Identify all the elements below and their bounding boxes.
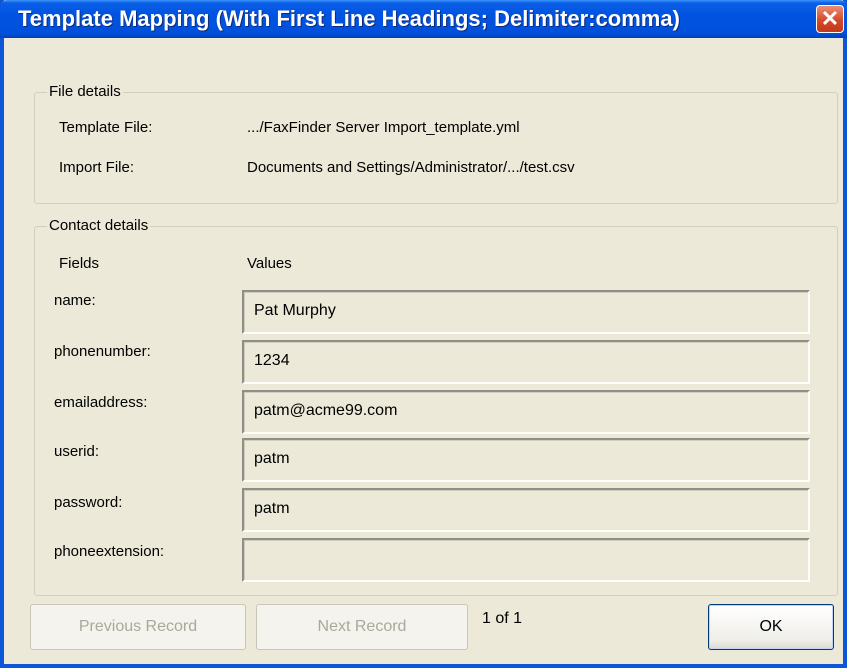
value-text: Pat Murphy (254, 302, 336, 319)
value-field-password[interactable]: patm (242, 488, 810, 532)
import-file-value: Documents and Settings/Administrator/...… (247, 159, 575, 176)
close-button[interactable]: ✕ (816, 5, 844, 33)
value-field-emailaddress[interactable]: patm@acme99.com (242, 390, 810, 434)
title-bar[interactable]: Template Mapping (With First Line Headin… (0, 0, 847, 38)
value-text: 1234 (254, 352, 290, 369)
file-details-group: File details Template File: .../FaxFinde… (34, 83, 838, 204)
import-file-label: Import File: (59, 159, 135, 176)
field-label-userid: userid: (54, 443, 100, 460)
field-label-phonenumber: phonenumber: (54, 343, 151, 360)
window-title: Template Mapping (With First Line Headin… (18, 6, 680, 31)
field-label-emailaddress: emailaddress: (54, 394, 148, 411)
template-mapping-dialog: Template Mapping (With First Line Headin… (0, 0, 847, 668)
template-file-value: .../FaxFinder Server Import_template.yml (247, 119, 520, 136)
value-text: patm (254, 500, 290, 517)
close-icon: ✕ (820, 6, 840, 31)
next-record-button[interactable]: Next Record (256, 604, 468, 650)
template-file-label: Template File: (59, 119, 153, 136)
fields-header: Fields (59, 255, 100, 272)
value-field-userid[interactable]: patm (242, 438, 810, 482)
field-label-phoneextension: phoneextension: (54, 543, 165, 560)
value-field-phoneextension[interactable] (242, 538, 810, 582)
field-label-password: password: (54, 494, 123, 511)
previous-record-button[interactable]: Previous Record (30, 604, 246, 650)
value-field-phonenumber[interactable]: 1234 (242, 340, 810, 384)
file-details-legend: File details (47, 83, 123, 100)
contact-details-legend: Contact details (47, 217, 151, 234)
record-counter: 1 of 1 (482, 610, 523, 627)
values-header: Values (247, 255, 292, 272)
value-text: patm@acme99.com (254, 402, 398, 419)
ok-button[interactable]: OK (708, 604, 834, 650)
field-label-name: name: (54, 292, 96, 309)
value-field-name[interactable]: Pat Murphy (242, 290, 810, 334)
value-text: patm (254, 450, 290, 467)
